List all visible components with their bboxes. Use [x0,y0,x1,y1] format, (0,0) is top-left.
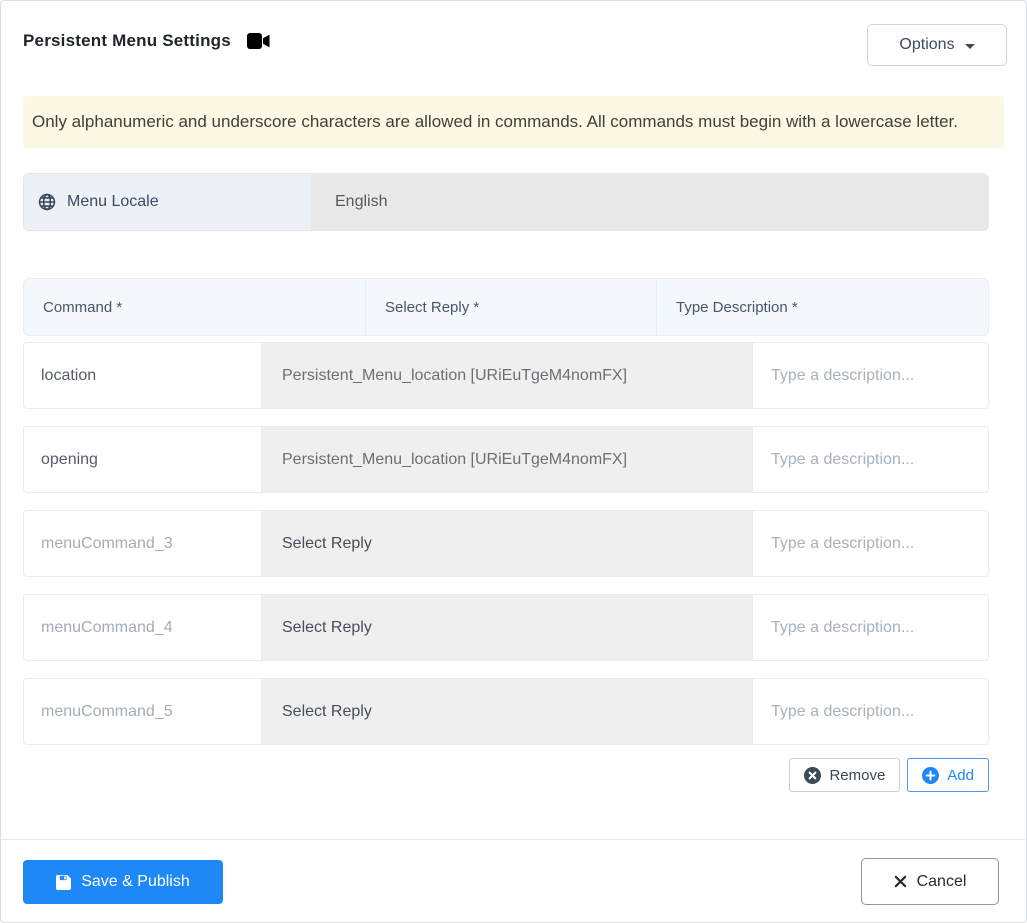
description-input[interactable] [753,427,988,492]
command-rules-alert: Only alphanumeric and underscore charact… [23,96,1004,148]
remove-button-label: Remove [829,766,886,784]
chevron-down-icon [964,43,975,49]
command-cell [24,679,262,744]
alert-text: Only alphanumeric and underscore charact… [32,112,959,131]
description-input[interactable] [753,343,988,408]
column-header-type-description: Type Description * [656,279,988,335]
description-cell [753,343,988,408]
header: Persistent Menu Settings [23,31,270,51]
command-rows: Persistent_Menu_location [URiEuTgeM4nomF… [23,342,989,762]
row-actions: Remove Add [789,758,989,792]
globe-icon [38,193,56,211]
description-cell [753,679,988,744]
options-button-label: Options [899,36,955,53]
select-reply-value: Persistent_Menu_location [URiEuTgeM4nomF… [282,366,628,384]
add-button-label: Add [947,766,974,784]
select-reply-value: Persistent_Menu_location [URiEuTgeM4nomF… [282,450,628,468]
command-input[interactable] [24,427,261,492]
select-reply-dropdown[interactable]: Select Reply [262,679,753,744]
column-header-select-reply: Select Reply * [365,279,656,335]
command-cell [24,343,262,408]
remove-circle-icon [804,766,822,784]
column-header-command: Command * [43,298,123,316]
cancel-button-label: Cancel [916,872,967,890]
select-reply-dropdown[interactable]: Select Reply [262,511,753,576]
save-publish-button[interactable]: Save & Publish [23,860,223,904]
menu-locale-label-text: Menu Locale [67,193,159,210]
select-reply-dropdown[interactable]: Persistent_Menu_location [URiEuTgeM4nomF… [262,427,753,492]
video-camera-icon [246,33,270,49]
table-row: Select Reply [23,510,989,577]
options-button[interactable]: Options [867,24,1007,66]
add-circle-icon [922,766,940,784]
persistent-menu-settings-card: Persistent Menu Settings Options Only al… [0,0,1027,923]
menu-locale-label: Menu Locale [23,173,311,231]
save-publish-label: Save & Publish [81,873,190,890]
menu-locale-value: English [311,173,989,231]
select-reply-dropdown[interactable]: Persistent_Menu_location [URiEuTgeM4nomF… [262,343,753,408]
table-row: Select Reply [23,594,989,661]
add-row-button[interactable]: Add [907,758,989,792]
menu-locale-group: Menu Locale English [23,173,989,231]
cancel-button[interactable]: Cancel [861,858,999,905]
select-reply-dropdown[interactable]: Select Reply [262,595,753,660]
description-input[interactable] [753,595,988,660]
command-cell [24,511,262,576]
close-icon [894,875,907,888]
description-cell [753,511,988,576]
select-reply-value: Select Reply [282,534,372,552]
command-input[interactable] [24,595,261,660]
save-icon [56,874,72,890]
table-header: Command * Select Reply * Type Descriptio… [23,278,989,336]
select-reply-value: Select Reply [282,702,372,720]
command-cell [24,427,262,492]
description-cell [753,427,988,492]
description-cell [753,595,988,660]
page-title: Persistent Menu Settings [23,31,231,50]
command-cell [24,595,262,660]
command-input[interactable] [24,511,261,576]
menu-locale-value-text: English [335,193,388,210]
table-row: Select Reply [23,678,989,745]
footer-divider [1,839,1026,840]
table-row: Persistent_Menu_location [URiEuTgeM4nomF… [23,426,989,493]
remove-row-button[interactable]: Remove [789,758,901,792]
select-reply-value: Select Reply [282,618,372,636]
command-input[interactable] [24,343,261,408]
table-row: Persistent_Menu_location [URiEuTgeM4nomF… [23,342,989,409]
description-input[interactable] [753,679,988,744]
command-input[interactable] [24,679,261,744]
description-input[interactable] [753,511,988,576]
